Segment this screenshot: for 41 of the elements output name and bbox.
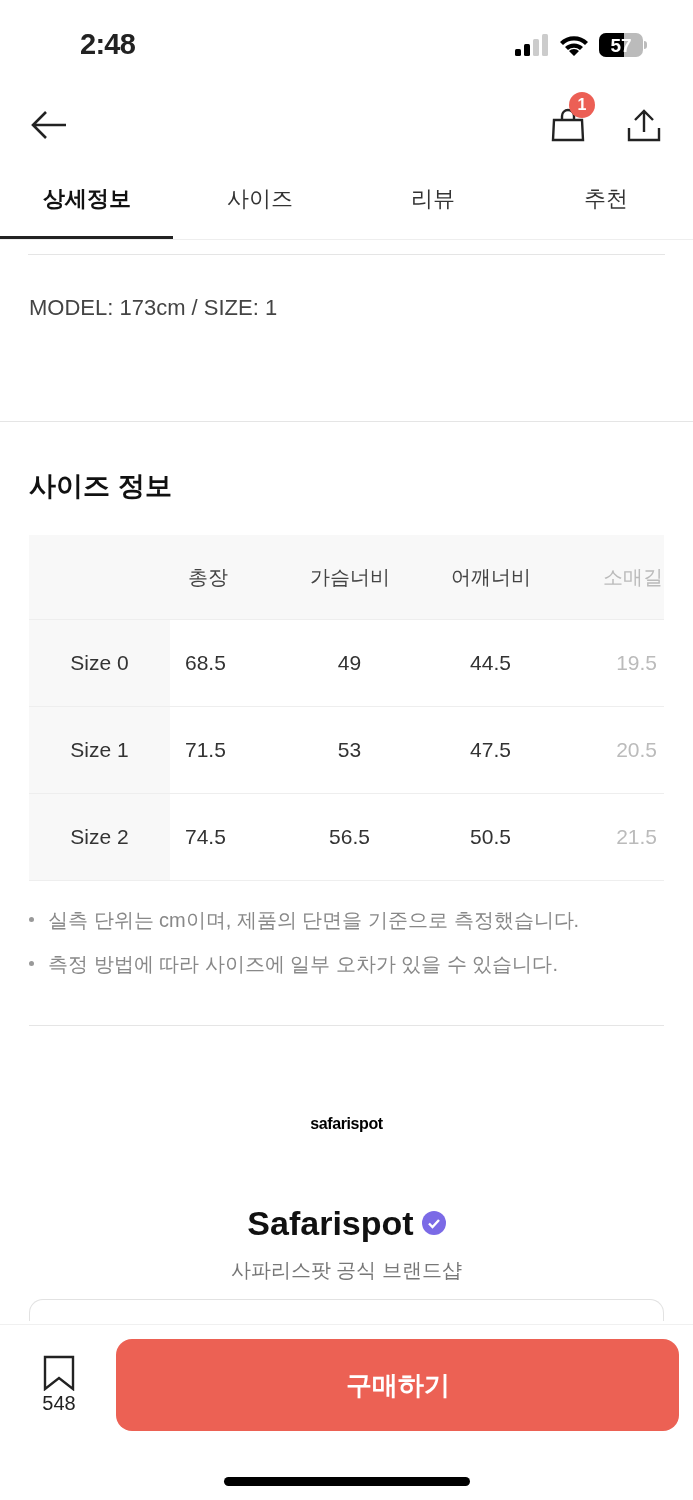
table-cell-text: 50.5: [470, 823, 511, 850]
wifi-icon: [559, 34, 589, 56]
table-cell-text: 47.5: [470, 736, 511, 763]
shopping-bag-icon[interactable]: [551, 108, 585, 142]
table-cell-text: 56.5: [329, 823, 370, 850]
table-cell-text: 20.5: [616, 736, 657, 763]
brand-name: Safarispot: [247, 1202, 414, 1244]
column-header: 어깨너비: [450, 564, 531, 590]
brand-logo: safarispot: [310, 1113, 383, 1134]
model-info-text: MODEL: 173cm / SIZE: 1: [29, 295, 278, 320]
note-text: 실측 단위는 cm이며, 제품의 단면을 기준으로 측정했습니다.: [48, 907, 580, 933]
row-header: Size 1: [70, 736, 129, 763]
column-header: 총장: [188, 564, 228, 590]
signal-icon: [515, 34, 549, 56]
tab[interactable]: 추천: [519, 160, 693, 239]
note-text: 측정 방법에 따라 사이즈에 일부 오차가 있을 수 있습니다.: [48, 951, 558, 977]
table-cell-text: 68.5: [185, 649, 226, 676]
row-header: Size 0: [70, 649, 129, 676]
section-title: 사이즈 정보: [29, 470, 173, 503]
cart-count-badge: 1: [569, 92, 595, 118]
table-cell-text: 44.5: [470, 649, 511, 676]
table-cell-text: 19.5: [616, 649, 657, 676]
tab[interactable]: 리뷰: [346, 160, 520, 239]
table-cell-text: 53: [337, 736, 362, 763]
row-header: Size 2: [70, 823, 129, 850]
tab[interactable]: 상세정보: [0, 160, 174, 239]
brand-subtitle: 사파리스팟 공식 브랜드샵: [230, 1257, 463, 1283]
column-header: 가슴너비: [309, 564, 390, 590]
bookmark-button[interactable]: 548: [42, 1354, 76, 1416]
table-cell-text: 49: [337, 649, 362, 676]
table-cell-text: 21.5: [616, 823, 657, 850]
status-time: 2:48: [80, 27, 136, 63]
table-cell-text: 74.5: [185, 823, 226, 850]
back-arrow-icon[interactable]: [30, 110, 68, 140]
share-icon[interactable]: [627, 108, 661, 142]
bullet-icon: [29, 917, 34, 922]
table-cell-text: 71.5: [185, 736, 226, 763]
bullet-icon: [29, 961, 34, 966]
column-header: 소매길: [603, 564, 663, 590]
tab[interactable]: 사이즈: [173, 160, 347, 239]
bookmark-icon: [42, 1354, 76, 1391]
